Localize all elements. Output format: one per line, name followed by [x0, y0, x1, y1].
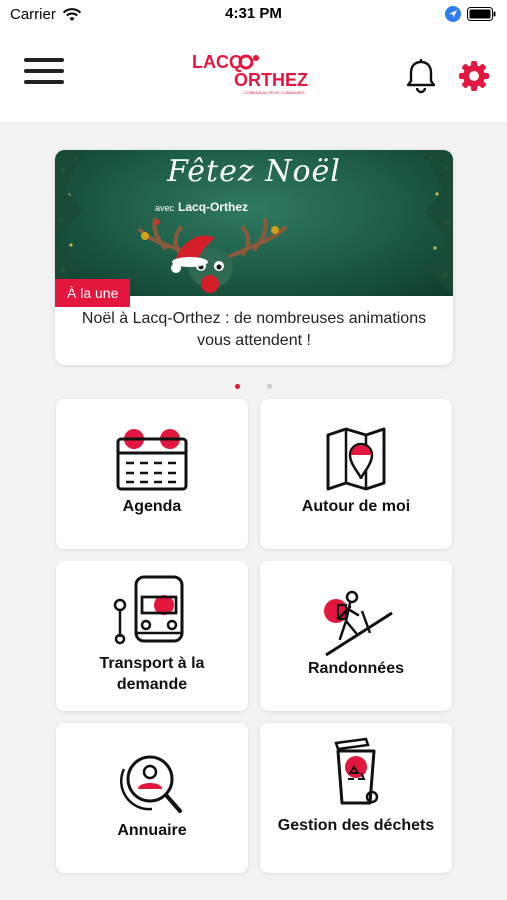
- image-subtitle-small: avec: [155, 203, 175, 213]
- pagination-dot-active[interactable]: [235, 384, 241, 389]
- status-bar: Carrier 4:31 PM: [0, 0, 507, 30]
- status-right: [445, 6, 497, 22]
- bell-icon: [406, 59, 436, 94]
- tile-transport[interactable]: Transport à la demande: [56, 561, 248, 711]
- app-header: LACQ ORTHEZ COMMUNAUTÉ DE COMMUNES: [0, 30, 507, 122]
- battery-icon: [467, 7, 496, 21]
- person-search-icon: [119, 755, 182, 813]
- tile-agenda[interactable]: Agenda: [56, 399, 248, 549]
- pagination-dot[interactable]: [266, 384, 272, 389]
- tile-label: Randonnées: [307, 660, 404, 677]
- calendar-icon: [116, 429, 188, 491]
- image-title: Fêtez Noël: [167, 154, 341, 189]
- logo-tagline: COMMUNAUTÉ DE COMMUNES: [244, 90, 305, 95]
- tile-randonnees[interactable]: Randonnées: [260, 561, 452, 711]
- news-caption: Noël à Lacq-Orthez : de nombreuses anima…: [81, 310, 427, 349]
- logo-line1: LACQ: [192, 52, 243, 72]
- image-subtitle: avec Lacq-Orthez: [155, 200, 248, 214]
- hamburger-menu-button[interactable]: [24, 58, 64, 90]
- carousel-pagination[interactable]: [0, 376, 507, 394]
- map-pin-icon: [326, 427, 386, 491]
- hiker-icon: [324, 590, 393, 657]
- menu-line-icon: [24, 69, 64, 73]
- featured-news-card[interactable]: Fêtez Noël avec Lacq-Orthez À la une Noël…: [55, 150, 453, 365]
- tile-label: Agenda: [122, 498, 182, 515]
- tile-annuaire[interactable]: Annuaire: [56, 723, 248, 873]
- location-arrow-icon: [445, 6, 461, 22]
- recycle-bin-icon: [334, 737, 379, 805]
- tile-autour-de-moi[interactable]: Autour de moi: [260, 399, 452, 549]
- logo-line2: ORTHEZ: [234, 70, 308, 90]
- featured-badge: À la une: [55, 279, 131, 307]
- clock: 4:31 PM: [225, 5, 282, 22]
- news-image: Fêtez Noël avec Lacq-Orthez: [55, 150, 453, 296]
- settings-button[interactable]: [456, 58, 492, 94]
- tile-gestion-dechets[interactable]: Gestion des déchets: [260, 723, 452, 873]
- gear-icon: [459, 61, 489, 91]
- lacq-orthez-logo: LACQ ORTHEZ COMMUNAUTÉ DE COMMUNES: [192, 52, 308, 95]
- tile-label: Gestion des déchets: [277, 817, 435, 834]
- bus-stop-icon: [113, 575, 184, 645]
- tile-label: Transport à la demande: [99, 655, 205, 693]
- tile-label: Autour de moi: [301, 498, 411, 515]
- image-subtitle-name: Lacq-Orthez: [178, 200, 249, 214]
- notifications-button[interactable]: [404, 58, 438, 94]
- menu-line-icon: [24, 58, 64, 62]
- menu-line-icon: [24, 80, 64, 84]
- tile-label: Annuaire: [117, 822, 187, 839]
